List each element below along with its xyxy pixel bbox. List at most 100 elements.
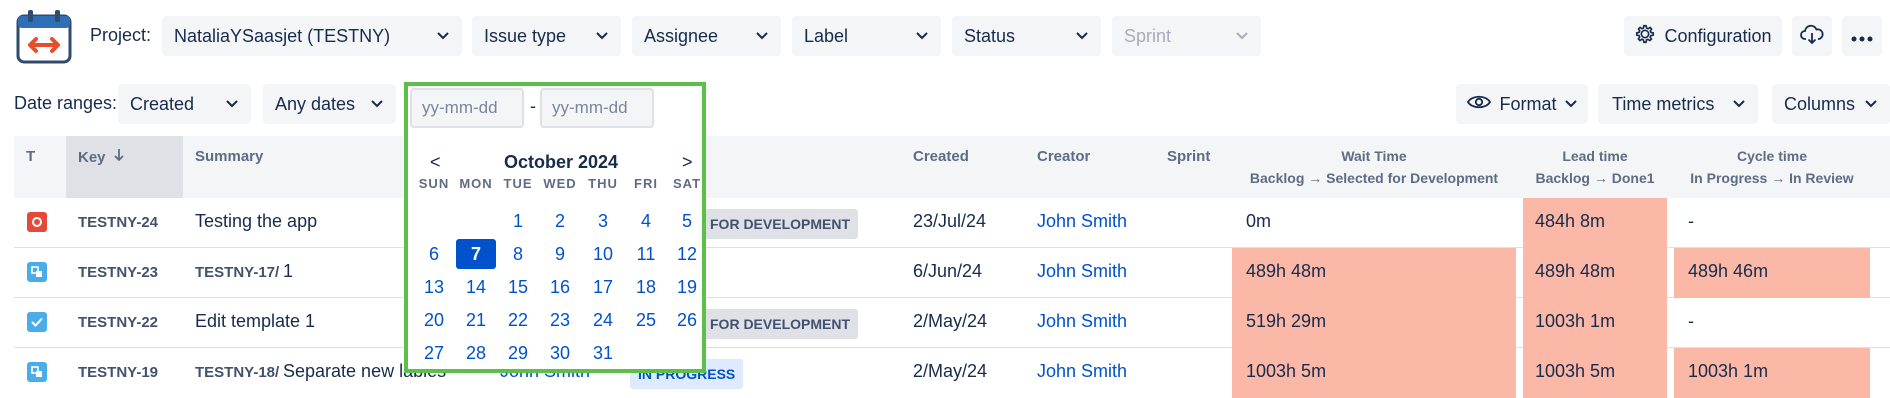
calendar-day[interactable]: 24 — [583, 305, 623, 335]
created-select[interactable]: Created — [118, 84, 251, 124]
calendar-day[interactable]: 5 — [667, 206, 707, 236]
calendar-day[interactable]: 11 — [626, 239, 666, 269]
calendar-day[interactable]: 15 — [498, 272, 538, 302]
lead-time-title: Lead time — [1562, 148, 1628, 164]
calendar-day[interactable]: 17 — [583, 272, 623, 302]
issue-key[interactable]: TESTNY-19 — [78, 364, 158, 381]
issue-key[interactable]: TESTNY-23 — [78, 264, 158, 281]
label-label: Label — [804, 25, 849, 46]
issue-summary[interactable]: 1 — [283, 261, 293, 282]
chevron-down-icon — [1564, 100, 1577, 108]
creator-link[interactable]: John Smith — [1037, 211, 1127, 232]
sprint-select: Sprint — [1112, 16, 1261, 56]
column-header-summary[interactable]: Summary — [195, 148, 263, 165]
calendar-day[interactable]: 25 — [626, 305, 666, 335]
column-header-creator[interactable]: Creator — [1037, 148, 1090, 165]
issue-key[interactable]: TESTNY-22 — [78, 314, 158, 331]
calendar-day[interactable]: 8 — [498, 239, 538, 269]
calendar-month-title: October 2024 — [504, 152, 619, 172]
gear-icon — [1634, 23, 1656, 50]
column-header-wait-time[interactable]: Wait Time Backlog → Selected for Develop… — [1232, 148, 1516, 186]
column-header-key[interactable]: Key — [78, 148, 124, 166]
calendar-day[interactable]: 12 — [667, 239, 707, 269]
bug-icon — [27, 212, 47, 232]
calendar-day[interactable]: 14 — [456, 272, 496, 302]
weekday-label: TUE — [503, 176, 533, 191]
date-picker-popup: yy-mm-dd - yy-mm-dd < October 2024 > SUN… — [404, 82, 706, 373]
calendar-day[interactable]: 26 — [667, 305, 707, 335]
cloud-download-icon — [1800, 23, 1824, 50]
calendar-day[interactable]: 18 — [626, 272, 666, 302]
column-header-cycle-time[interactable]: Cycle time In Progress → In Review — [1674, 148, 1870, 186]
calendar-day[interactable]: 10 — [583, 239, 623, 269]
calendar-day[interactable]: 20 — [414, 305, 454, 335]
time-metrics-select[interactable]: Time metrics — [1598, 84, 1758, 124]
calendar-day[interactable]: 22 — [498, 305, 538, 335]
project-label: Project: — [90, 25, 152, 45]
parent-key[interactable]: TESTNY-17/ — [195, 264, 279, 281]
cloud-download-button[interactable] — [1792, 16, 1832, 56]
calendar-day[interactable]: 21 — [456, 305, 496, 335]
created-date: 2/May/24 — [913, 361, 988, 381]
more-button[interactable] — [1842, 16, 1882, 56]
created-date: 2/May/24 — [913, 311, 988, 331]
parent-key[interactable]: TESTNY-18/ — [195, 364, 279, 381]
calendar-day[interactable]: 2 — [540, 206, 580, 236]
creator-link[interactable]: John Smith — [1037, 311, 1127, 332]
column-header-lead-time[interactable]: Lead time Backlog → Done1 — [1523, 148, 1667, 186]
calendar-day[interactable]: 3 — [583, 206, 623, 236]
time-metrics-label: Time metrics — [1612, 93, 1715, 114]
columns-select[interactable]: Columns — [1772, 84, 1890, 124]
calendar-day[interactable]: 23 — [540, 305, 580, 335]
calendar-next-button[interactable]: > — [682, 152, 693, 173]
issue-summary[interactable]: Edit template 1 — [195, 311, 315, 332]
calendar-prev-button[interactable]: < — [430, 152, 441, 173]
calendar-day-selected[interactable]: 7 — [456, 239, 496, 269]
subtask-icon — [27, 362, 47, 382]
calendar-day[interactable]: 13 — [414, 272, 454, 302]
column-header-type[interactable]: T — [26, 148, 35, 165]
lead-time-value: 1003h 5m — [1535, 361, 1616, 381]
calendar-day[interactable]: 1 — [498, 206, 538, 236]
issue-key[interactable]: TESTNY-24 — [78, 214, 158, 231]
status-select[interactable]: Status — [952, 16, 1101, 56]
calendar-day[interactable]: 31 — [583, 338, 623, 368]
calendar-day[interactable]: 29 — [498, 338, 538, 368]
issue-summary[interactable]: Testing the app — [195, 211, 317, 232]
format-button[interactable]: Format — [1456, 84, 1588, 124]
column-header-key-label: Key — [78, 149, 106, 166]
date-from-input[interactable]: yy-mm-dd — [410, 88, 524, 128]
more-horizontal-icon — [1851, 26, 1873, 47]
any-dates-select[interactable]: Any dates — [263, 84, 396, 124]
date-range-separator: - — [530, 96, 536, 116]
calendar-day[interactable]: 28 — [456, 338, 496, 368]
chevron-down-icon — [915, 29, 929, 43]
lead-time-value: 1003h 1m — [1535, 311, 1616, 331]
creator-link[interactable]: John Smith — [1037, 261, 1127, 282]
sprint-label: Sprint — [1124, 25, 1172, 46]
assignee-select[interactable]: Assignee — [632, 16, 781, 56]
column-header-created[interactable]: Created — [913, 148, 969, 165]
configuration-button[interactable]: Configuration — [1624, 16, 1782, 56]
calendar-day[interactable]: 30 — [540, 338, 580, 368]
issue-type-select[interactable]: Issue type — [472, 16, 621, 56]
chevron-down-icon — [595, 29, 609, 43]
format-label: Format — [1499, 93, 1557, 114]
chevron-down-icon — [225, 97, 239, 111]
date-to-input[interactable]: yy-mm-dd — [540, 88, 654, 128]
project-select[interactable]: NataliaYSaasjet (TESTNY) — [162, 16, 462, 56]
column-header-sprint[interactable]: Sprint — [1167, 148, 1210, 165]
assignee-label: Assignee — [644, 25, 719, 46]
calendar-day[interactable]: 27 — [414, 338, 454, 368]
any-dates-value: Any dates — [275, 93, 356, 114]
created-date: 6/Jun/24 — [913, 261, 983, 281]
calendar-day[interactable]: 16 — [540, 272, 580, 302]
app-logo — [14, 8, 74, 66]
creator-link[interactable]: John Smith — [1037, 361, 1127, 382]
calendar-day[interactable]: 9 — [540, 239, 580, 269]
calendar-day[interactable]: 4 — [626, 206, 666, 236]
label-select[interactable]: Label — [792, 16, 941, 56]
calendar-day[interactable]: 19 — [667, 272, 707, 302]
calendar-day[interactable]: 6 — [414, 239, 454, 269]
status-label: Status — [964, 25, 1016, 46]
